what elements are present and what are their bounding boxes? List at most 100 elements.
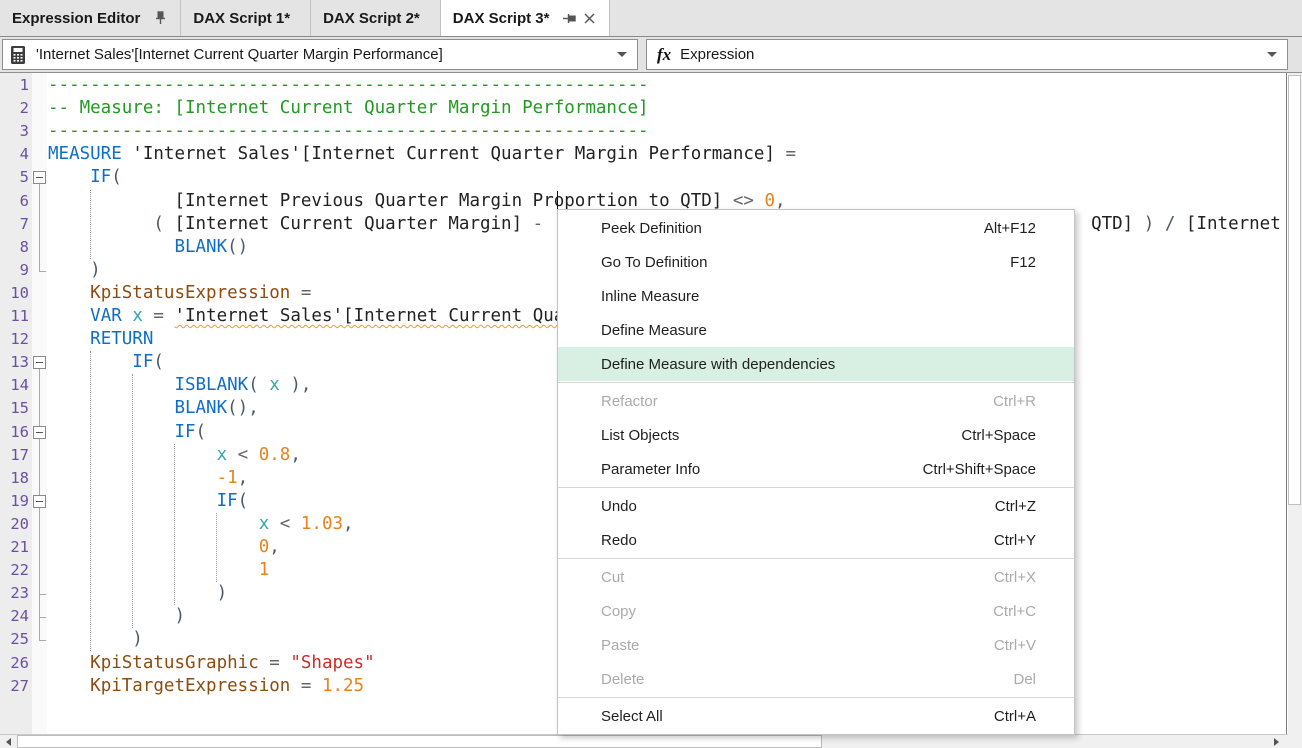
code-token: 1.03 <box>301 514 343 534</box>
code-token: , <box>343 514 354 534</box>
menu-item-label: Cut <box>558 569 994 586</box>
code-token <box>48 214 153 234</box>
tab-expression-editor[interactable]: Expression Editor <box>0 0 181 36</box>
code-token <box>48 167 90 187</box>
code-line-15[interactable]: BLANK(), <box>48 397 259 420</box>
tab-dax-script-3[interactable]: DAX Script 3* <box>441 0 611 36</box>
context-menu: Peek DefinitionAlt+F12Go To DefinitionF1… <box>557 209 1075 735</box>
menu-item-undo[interactable]: UndoCtrl+Z <box>558 489 1074 523</box>
menu-item-label: Paste <box>558 637 994 654</box>
menu-item-label: Peek Definition <box>558 220 984 237</box>
menu-item-select-all[interactable]: Select AllCtrl+A <box>558 699 1074 733</box>
fold-collapse-icon[interactable] <box>33 426 46 439</box>
pin-sideways-icon[interactable] <box>561 10 577 26</box>
code-token <box>48 306 90 326</box>
tab-label: DAX Script 2* <box>323 10 420 27</box>
code-token <box>122 306 133 326</box>
menu-item-label: Inline Measure <box>558 288 1036 305</box>
tab-dax-script-1[interactable]: DAX Script 1* <box>181 0 311 36</box>
menu-item-redo[interactable]: RedoCtrl+Y <box>558 523 1074 557</box>
code-token: BLANK <box>174 398 227 418</box>
code-line-3[interactable]: ----------------------------------------… <box>48 120 649 143</box>
close-icon[interactable] <box>581 10 597 26</box>
fold-collapse-icon[interactable] <box>33 356 46 369</box>
code-line-2[interactable]: -- Measure: [Internet Current Quarter Ma… <box>48 97 649 120</box>
menu-item-shortcut: Ctrl+Space <box>961 427 1074 444</box>
calculator-icon <box>10 45 26 65</box>
menu-item-peek-definition[interactable]: Peek DefinitionAlt+F12 <box>558 211 1074 245</box>
code-token <box>48 329 90 349</box>
code-line-21[interactable]: 0, <box>48 536 280 559</box>
code-line-14[interactable]: ISBLANK( x ), <box>48 374 311 397</box>
code-line-23[interactable]: ) <box>48 582 227 605</box>
chevron-down-icon[interactable] <box>617 52 627 57</box>
code-line-5[interactable]: IF( <box>48 166 122 189</box>
code-line-10[interactable]: KpiStatusExpression = <box>48 282 311 305</box>
menu-item-parameter-info[interactable]: Parameter InfoCtrl+Shift+Space <box>558 452 1074 486</box>
menu-item-list-objects[interactable]: List ObjectsCtrl+Space <box>558 418 1074 452</box>
scroll-left-arrow-icon[interactable] <box>0 735 17 748</box>
code-line-27[interactable]: KpiTargetExpression = 1.25 <box>48 675 364 698</box>
code-token: , <box>238 468 249 488</box>
chevron-down-icon[interactable] <box>1267 52 1277 57</box>
tab-bar: Expression Editor DAX Script 1* DAX Script… <box>0 0 1302 37</box>
line-number: 4 <box>0 143 29 166</box>
indent-guide <box>90 190 91 259</box>
menu-item-label: Parameter Info <box>558 461 923 478</box>
fold-collapse-icon[interactable] <box>33 171 46 184</box>
menu-item-define-measure-with-dependencies[interactable]: Define Measure with dependencies <box>558 347 1074 381</box>
menu-item-define-measure[interactable]: Define Measure <box>558 313 1074 347</box>
code-token: = <box>775 144 796 164</box>
code-token: ) <box>174 606 185 626</box>
expression-property-dropdown[interactable]: fx Expression <box>646 39 1288 70</box>
code-line-25[interactable]: ) <box>48 628 143 651</box>
tab-dax-script-2[interactable]: DAX Script 2* <box>311 0 441 36</box>
line-number: 3 <box>0 120 29 143</box>
code-token: "Shapes" <box>290 653 374 673</box>
code-line-4[interactable]: MEASURE 'Internet Sales'[Internet Curren… <box>48 143 796 166</box>
measure-selector-dropdown[interactable]: 'Internet Sales'[Internet Current Quarte… <box>2 39 638 70</box>
menu-item-shortcut: Alt+F12 <box>984 220 1074 237</box>
horizontal-scrollbar-thumb[interactable] <box>17 735 822 748</box>
vertical-scrollbar[interactable] <box>1288 73 1302 734</box>
menu-item-delete: DeleteDel <box>558 662 1074 696</box>
code-line-8[interactable]: BLANK() <box>48 236 248 259</box>
line-number: 6 <box>0 190 29 213</box>
code-token: IF <box>90 167 111 187</box>
code-line-9[interactable]: ) <box>48 259 101 282</box>
code-line-20[interactable]: x < 1.03, <box>48 513 354 536</box>
fold-collapse-icon[interactable] <box>33 495 46 508</box>
menu-item-shortcut: Ctrl+R <box>993 393 1074 410</box>
menu-item-label: Go To Definition <box>558 254 1010 271</box>
code-token: [Internet Current Quarter Margin] <box>174 214 522 234</box>
code-line-13[interactable]: IF( <box>48 351 164 374</box>
menu-item-go-to-definition[interactable]: Go To DefinitionF12 <box>558 245 1074 279</box>
code-line-19[interactable]: IF( <box>48 490 248 513</box>
code-token: 'Internet Sales'[Internet Current Quarte… <box>122 144 775 164</box>
tab-label: DAX Script 1* <box>193 10 290 27</box>
indent-guide <box>216 513 217 582</box>
line-number: 7 <box>0 213 29 236</box>
pin-icon[interactable] <box>152 10 168 26</box>
code-line-1[interactable]: ----------------------------------------… <box>48 74 649 97</box>
code-token: IF <box>217 491 238 511</box>
menu-item-inline-measure[interactable]: Inline Measure <box>558 279 1074 313</box>
code-token: < <box>269 514 301 534</box>
code-token <box>48 560 259 580</box>
menu-item-shortcut: Ctrl+C <box>993 603 1074 620</box>
code-line-22[interactable]: 1 <box>48 559 269 582</box>
horizontal-scrollbar[interactable] <box>0 734 1288 748</box>
indent-guide <box>90 351 91 651</box>
code-line-26[interactable]: KpiStatusGraphic = "Shapes" <box>48 652 375 675</box>
vertical-scrollbar-thumb[interactable] <box>1288 75 1301 505</box>
code-line-24[interactable]: ) <box>48 605 185 628</box>
line-number: 9 <box>0 259 29 282</box>
menu-item-cut: CutCtrl+X <box>558 560 1074 594</box>
line-number: 25 <box>0 628 29 651</box>
line-number: 16 <box>0 421 29 444</box>
line-number: 8 <box>0 236 29 259</box>
code-line-16[interactable]: IF( <box>48 421 206 444</box>
scroll-right-arrow-icon[interactable] <box>1268 735 1285 748</box>
code-line-18[interactable]: -1, <box>48 467 248 490</box>
code-line-12[interactable]: RETURN <box>48 328 153 351</box>
